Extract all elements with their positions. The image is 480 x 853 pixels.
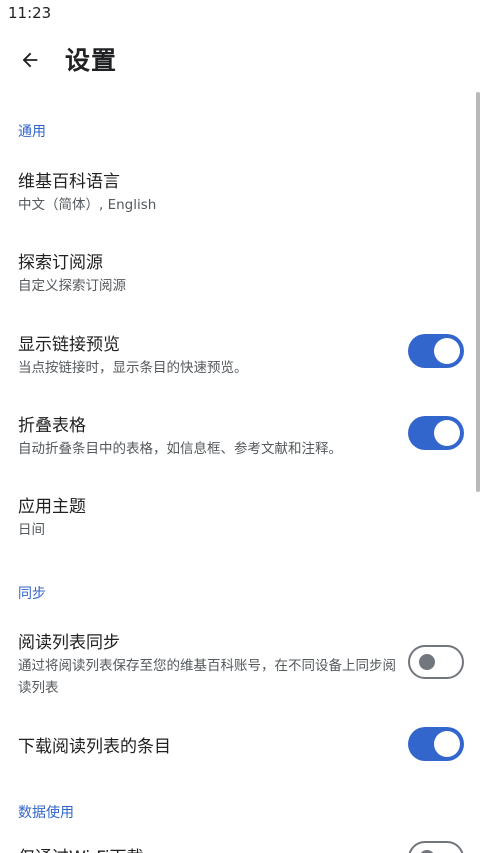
pref-summary: 当点按链接时，显示条目的快速预览。 (18, 360, 248, 376)
back-button[interactable] (10, 40, 50, 80)
collapse-tables-switch[interactable] (408, 416, 464, 450)
section-header-data-usage: 数据使用 (18, 805, 74, 821)
section-header-sync: 同步 (18, 586, 46, 602)
pref-summary: 日间 (18, 522, 45, 538)
reading-list-sync-switch[interactable] (408, 645, 464, 679)
wifi-only-switch[interactable] (408, 841, 464, 853)
switch-knob (434, 420, 460, 446)
settings-screen: 11:23 设置 通用 维基百科语言 中文（简体）, English 探索订阅源… (0, 0, 480, 853)
switch-knob (434, 338, 460, 364)
pref-link-previews[interactable]: 显示链接预览 当点按链接时，显示条目的快速预览。 (0, 330, 476, 380)
pref-title: 阅读列表同步 (18, 633, 120, 653)
section-header-general: 通用 (18, 124, 46, 140)
pref-title: 仅通过Wi-Fi下载 (18, 843, 144, 853)
pref-title: 折叠表格 (18, 416, 86, 436)
pref-download-reading-list[interactable]: 下载阅读列表的条目 (0, 732, 476, 762)
pref-app-theme[interactable]: 应用主题 日间 (0, 492, 476, 542)
pref-title: 探索订阅源 (18, 253, 103, 273)
page-title: 设置 (65, 46, 118, 75)
pref-collapse-tables[interactable]: 折叠表格 自动折叠条目中的表格，如信息框、参考文献和注释。 (0, 411, 476, 461)
arrow-left-icon (22, 52, 38, 68)
link-previews-switch[interactable] (408, 334, 464, 368)
pref-summary: 通过将阅读列表保存至您的维基百科账号，在不同设备上同步阅读列表 (18, 658, 396, 696)
pref-title: 应用主题 (18, 497, 86, 517)
pref-explore-feed[interactable]: 探索订阅源 自定义探索订阅源 (0, 248, 476, 298)
pref-reading-list-sync[interactable]: 阅读列表同步 通过将阅读列表保存至您的维基百科账号，在不同设备上同步阅读列表 (0, 628, 476, 700)
pref-wikipedia-language[interactable]: 维基百科语言 中文（简体）, English (0, 167, 476, 217)
pref-title: 显示链接预览 (18, 335, 120, 355)
status-bar: 11:23 (0, 0, 480, 28)
pref-summary: 自定义探索订阅源 (18, 278, 126, 294)
app-bar: 设置 (0, 28, 480, 92)
pref-summary: 中文（简体）, English (18, 197, 157, 213)
switch-knob (419, 654, 435, 670)
pref-wifi-only[interactable]: 仅通过Wi-Fi下载 (0, 843, 476, 853)
pref-title: 下载阅读列表的条目 (18, 737, 171, 757)
scrollbar[interactable] (476, 92, 480, 492)
pref-summary: 自动折叠条目中的表格，如信息框、参考文献和注释。 (18, 441, 342, 457)
switch-knob (434, 731, 460, 757)
pref-title: 维基百科语言 (18, 172, 120, 192)
status-time: 11:23 (8, 4, 52, 22)
download-reading-list-switch[interactable] (408, 727, 464, 761)
